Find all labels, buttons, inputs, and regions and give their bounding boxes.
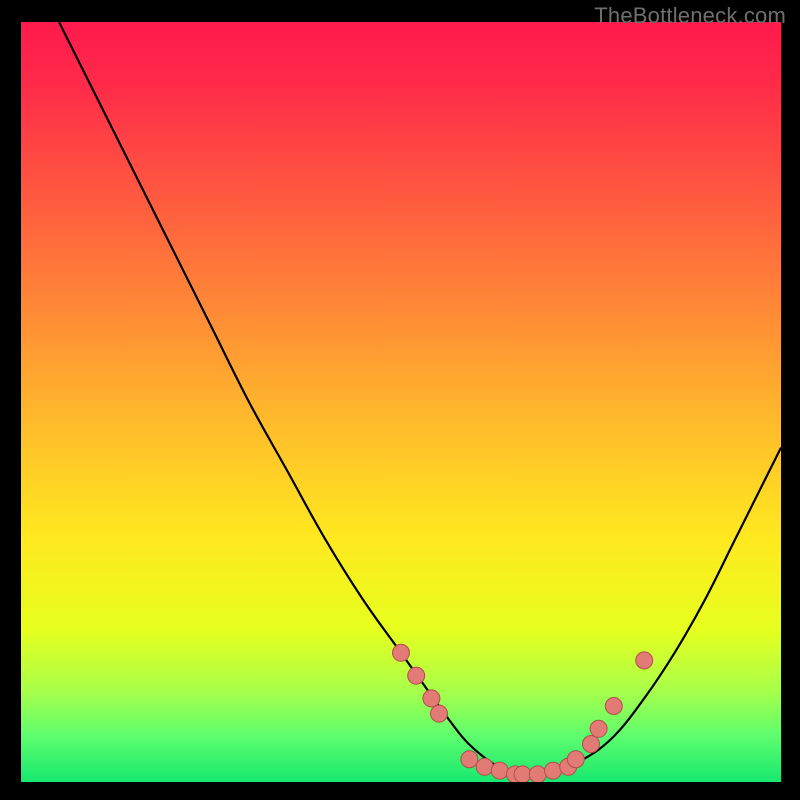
chart-stage: TheBottleneck.com bbox=[0, 0, 800, 800]
curve-marker bbox=[476, 758, 493, 775]
curve-marker bbox=[514, 766, 531, 782]
curve-marker bbox=[491, 762, 508, 779]
watermark-text: TheBottleneck.com bbox=[594, 3, 786, 29]
curve-marker bbox=[567, 751, 584, 768]
curve-marker bbox=[423, 690, 440, 707]
curve-marker bbox=[545, 762, 562, 779]
curve-marker bbox=[590, 720, 607, 737]
plot-area bbox=[21, 22, 781, 782]
curve-marker bbox=[636, 652, 653, 669]
curve-marker bbox=[393, 644, 410, 661]
curve-marker bbox=[461, 751, 478, 768]
bottleneck-curve bbox=[59, 22, 781, 775]
curve-marker bbox=[529, 766, 546, 782]
curve-markers bbox=[393, 644, 653, 782]
curve-marker bbox=[605, 698, 622, 715]
curve-marker bbox=[408, 667, 425, 684]
curve-marker bbox=[431, 705, 448, 722]
chart-svg bbox=[21, 22, 781, 782]
curve-marker bbox=[583, 736, 600, 753]
